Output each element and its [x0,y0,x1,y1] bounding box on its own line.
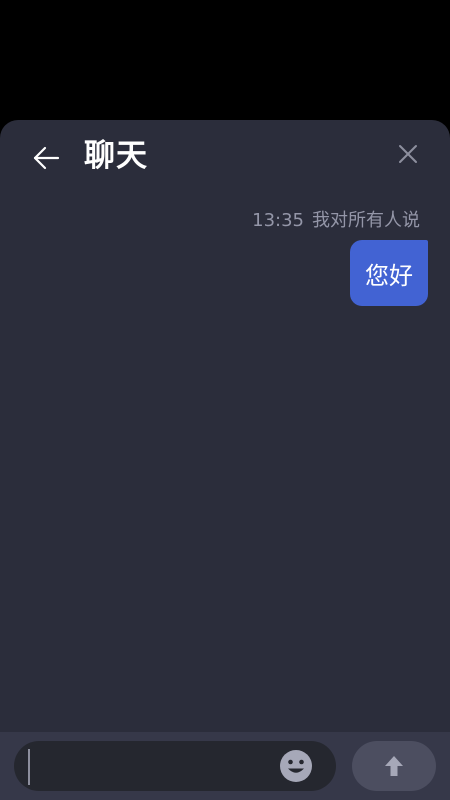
arrow-left-icon [33,146,60,170]
send-arrow-up-icon [385,756,403,776]
message-text: 您好 [365,261,413,290]
emoji-smile-icon [280,750,312,782]
message-bubble: 您好 [350,240,428,306]
message-time: 13:35 [252,210,304,231]
send-button[interactable] [352,741,436,791]
page-title: 聊天 [84,138,148,174]
close-icon [399,145,417,163]
chat-panel: 聊天 13:35 我对所有人说 您好 [0,120,450,800]
chat-header: 聊天 [0,120,450,192]
message-meta: 13:35 我对所有人说 [252,206,420,232]
message-recipient: 我对所有人说 [312,210,420,231]
text-caret [28,749,30,785]
close-button[interactable] [390,136,426,172]
back-button[interactable] [26,138,66,178]
composer-bar [0,732,450,800]
emoji-button[interactable] [279,749,313,783]
